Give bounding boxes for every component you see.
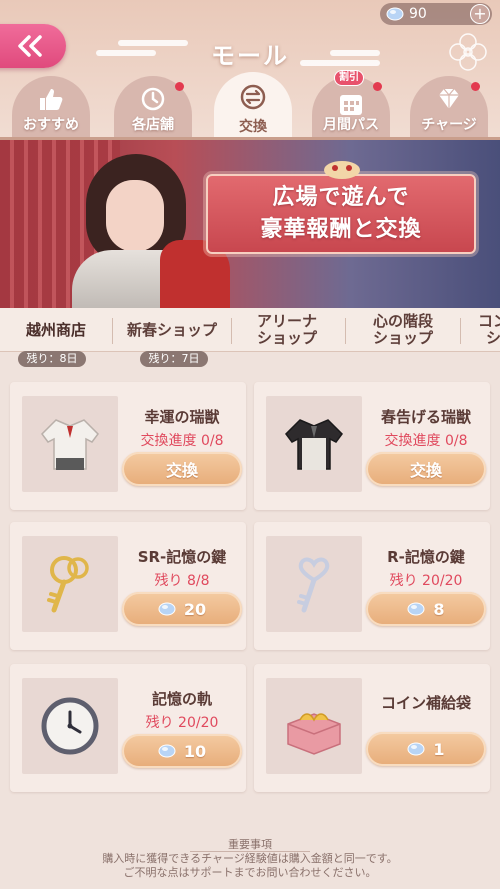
page-title: モール xyxy=(211,42,289,70)
shop-item-card[interactable]: コイン補給袋 1 xyxy=(254,664,490,792)
currency-display: 90 + xyxy=(380,3,492,25)
notification-dot xyxy=(373,82,382,91)
item-name: R-記憶の鍵 xyxy=(387,548,465,566)
coin-box-icon xyxy=(287,713,341,755)
notification-dot xyxy=(471,82,480,91)
item-name: 記憶の軌 xyxy=(151,690,212,708)
shop-item-card[interactable]: SR-記憶の鍵 残り 8/8 20 xyxy=(10,522,246,650)
remaining-stock: 残り 20/20 xyxy=(389,573,463,589)
buy-button[interactable]: 20 xyxy=(122,592,242,626)
shop-tab-label-line1: 心の階段 xyxy=(372,312,433,330)
shop-tab-label-line2: ショップ xyxy=(372,329,433,347)
dark-coat-icon xyxy=(285,419,343,470)
shop-tab-heart-stairs[interactable]: 心の階段 ショップ xyxy=(347,308,459,352)
divider xyxy=(345,318,346,344)
currency-value: 90 xyxy=(409,6,427,22)
character-face xyxy=(106,180,164,252)
item-thumbnail xyxy=(266,536,362,632)
gem-icon xyxy=(407,602,425,616)
item-thumbnail xyxy=(22,536,118,632)
banner-text-panel: 広場で遊んで 豪華報酬と交換 xyxy=(206,174,476,254)
tab-label: チャージ xyxy=(421,117,477,133)
exchange-icon xyxy=(240,84,266,110)
shop-tab-bar: 越州商店 新春ショップ アリーナ ショップ 心の階段 ショップ コン シ 残り：… xyxy=(0,308,500,368)
shop-tab-coin[interactable]: コン シ xyxy=(464,308,500,352)
gold-key-icon xyxy=(47,556,89,613)
tab-exchange[interactable]: 交換 xyxy=(214,72,292,140)
gem-icon xyxy=(386,7,404,21)
notice-title: 重要事項 xyxy=(228,838,272,851)
price-label: 10 xyxy=(183,741,207,761)
notice-line-2: ご不明な点はサポートまでお問い合わせください。 xyxy=(123,866,377,879)
remaining-days-badge: 残り：7日 xyxy=(140,351,208,367)
price-label: 8 xyxy=(433,599,445,619)
event-banner[interactable]: 広場で遊んで 豪華報酬と交換 xyxy=(0,140,500,308)
remaining-stock: 残り 20/20 xyxy=(145,715,219,731)
price-label: 20 xyxy=(183,599,207,619)
shop-item-card[interactable]: 記憶の軌 残り 20/20 10 xyxy=(10,664,246,792)
exchange-button[interactable]: 交換 xyxy=(122,452,242,486)
header: モール 90 + おすすめ 各店舗 交換 月間パス チャージ 割引 xyxy=(0,0,500,140)
shop-item-card[interactable]: 幸運の瑞獣 交換進度 0/8 交換 xyxy=(10,382,246,510)
clock-icon xyxy=(41,697,99,755)
shop-item-card[interactable]: R-記憶の鍵 残り 20/20 8 xyxy=(254,522,490,650)
item-name: SR-記憶の鍵 xyxy=(137,548,227,566)
shop-item-card[interactable]: 春告げる瑞獣 交換進度 0/8 交換 xyxy=(254,382,490,510)
remaining-days-badge: 残り：8日 xyxy=(18,351,86,367)
banner-line-1: 広場で遊んで xyxy=(272,185,410,210)
tab-stores[interactable]: 各店舗 xyxy=(114,76,192,138)
item-thumbnail xyxy=(266,396,362,492)
shop-tab-label-line2: ショップ xyxy=(256,329,317,347)
price-label: 1 xyxy=(433,739,445,759)
item-thumbnail xyxy=(266,678,362,774)
divider xyxy=(112,318,113,344)
gem-icon xyxy=(407,742,425,756)
exchange-progress: 交換進度 0/8 xyxy=(384,433,468,449)
item-thumbnail xyxy=(22,678,118,774)
banner-line-2: 豪華報酬と交換 xyxy=(260,217,422,242)
shop-tab-label-line1: コン xyxy=(478,312,500,330)
shop-tab-label: 新春ショップ xyxy=(126,320,217,339)
shop-tab-label-line2: シ xyxy=(486,329,500,347)
store-clock-icon xyxy=(141,87,165,111)
mascot-icon xyxy=(324,161,360,179)
gem-icon xyxy=(158,744,176,758)
tab-label: 交換 xyxy=(239,119,267,135)
shop-tab-yuezhou[interactable]: 越州商店 xyxy=(0,308,112,352)
item-name: 幸運の瑞獣 xyxy=(144,408,220,426)
item-thumbnail xyxy=(22,396,118,492)
add-currency-button[interactable]: + xyxy=(470,4,490,24)
shop-tab-label: 越州商店 xyxy=(25,320,86,339)
diamond-icon xyxy=(439,88,459,109)
tab-label: 月間パス xyxy=(323,117,379,133)
divider xyxy=(460,318,461,344)
button-label: 交換 xyxy=(409,461,442,480)
gem-icon xyxy=(158,602,176,616)
notice-line-1: 購入時に獲得できるチャージ経験値は購入金額と同一です。 xyxy=(102,852,398,865)
discount-badge: 割引 xyxy=(334,70,364,86)
buy-button[interactable]: 10 xyxy=(122,734,242,768)
shop-tab-label-line1: アリーナ xyxy=(256,312,317,330)
tab-charge[interactable]: チャージ xyxy=(410,76,488,138)
silver-key-icon xyxy=(297,557,330,613)
remaining-stock: 残り 8/8 xyxy=(154,573,210,589)
item-name: コイン補給袋 xyxy=(380,694,471,712)
shop-tab-arena[interactable]: アリーナ ショップ xyxy=(231,308,343,352)
exchange-button[interactable]: 交換 xyxy=(366,452,486,486)
notice: 重要事項 購入時に獲得できるチャージ経験値は購入金額と同一です。 ご不明な点はサ… xyxy=(0,838,500,880)
exchange-progress: 交換進度 0/8 xyxy=(140,433,224,449)
white-coat-icon xyxy=(41,419,99,470)
tab-label: おすすめ xyxy=(23,117,79,133)
tab-label: 各店舗 xyxy=(132,117,174,133)
shop-tab-new-year[interactable]: 新春ショップ xyxy=(116,308,228,352)
button-label: 交換 xyxy=(165,461,198,480)
buy-button[interactable]: 8 xyxy=(366,592,486,626)
tab-recommended[interactable]: おすすめ xyxy=(12,76,90,138)
thumbs-up-icon xyxy=(40,89,63,110)
flower-decoration-icon xyxy=(449,33,487,71)
item-name: 春告げる瑞獣 xyxy=(380,408,471,426)
notification-dot xyxy=(175,82,184,91)
buy-button[interactable]: 1 xyxy=(366,732,486,766)
